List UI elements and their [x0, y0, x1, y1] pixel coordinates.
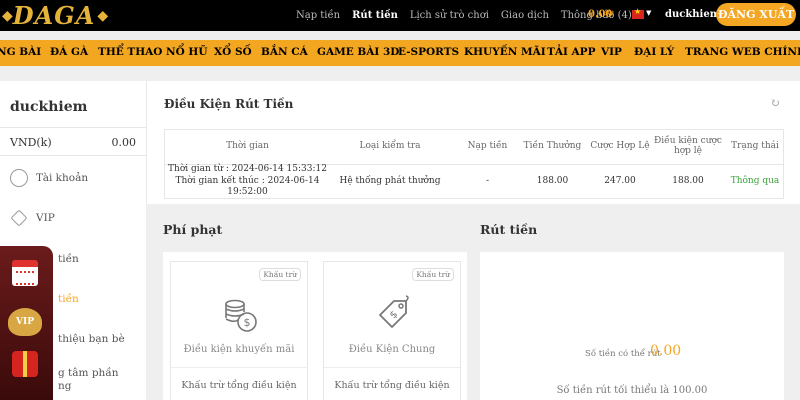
- conditions-table: Thời gian Loại kiểm tra Nạp tiền Tiền Th…: [164, 129, 784, 199]
- top-nav-withdraw[interactable]: Rút tiền: [352, 10, 398, 21]
- sidebar-item-vip[interactable]: VIP: [10, 209, 55, 227]
- logo-wing-icon: ◆: [2, 7, 13, 24]
- calendar-icon[interactable]: [12, 260, 38, 286]
- logo-text: DAGA: [12, 1, 96, 30]
- main-nav-slots[interactable]: NỔ HŨ: [166, 46, 207, 58]
- withdraw-panel: Số tiền có thể rút 0.00 Số tiền rút tối …: [480, 252, 784, 400]
- penalty-panel: Khấu trừ $ Điều kiện khuyến mãi Khấu trừ…: [163, 252, 467, 400]
- vip-badge-icon[interactable]: VIP: [8, 308, 42, 336]
- main-nav-3d-card-games[interactable]: GAME BÀI 3D: [317, 46, 399, 58]
- top-header: ◆ DAGA ◆ Nạp tiền Rút tiền Lịch sử trò c…: [0, 0, 800, 31]
- vip-icon: [10, 209, 28, 227]
- floating-promo-bar: VIP: [0, 246, 53, 400]
- sidebar-item-deposit[interactable]: tiền: [58, 253, 79, 265]
- main-nav-lottery[interactable]: XỔ SỐ: [214, 46, 252, 58]
- main-nav-cockfight[interactable]: ĐÁ GÀ: [50, 46, 88, 58]
- column-header: Nạp tiền: [467, 141, 508, 152]
- main-nav-sports[interactable]: THỂ THAO: [98, 46, 162, 58]
- logo-wing-icon: ◆: [97, 7, 109, 24]
- penalty-card-name: Điều Kiện Chung: [348, 344, 436, 355]
- sidebar-item-label: Tài khoản: [36, 172, 89, 184]
- main-nav-download-app[interactable]: TẢI APP: [547, 46, 595, 58]
- svg-text:$: $: [244, 316, 251, 329]
- sidebar-item-center-cont: ng: [58, 380, 71, 392]
- refresh-icon[interactable]: ↻: [606, 8, 614, 19]
- table-cell-time: Thời gian từ : 2024-06-14 15:33:12 Thời …: [165, 164, 330, 199]
- sidebar-item-label: g tâm phần: [58, 367, 119, 379]
- available-amount: 0.00: [650, 343, 682, 359]
- main-nav: NG BÀI ĐÁ GÀ THỂ THAO NỔ HŨ XỔ SỐ BẮN CÁ…: [0, 40, 800, 66]
- top-nav-deposit[interactable]: Nạp tiền: [296, 10, 340, 21]
- logout-button[interactable]: ĐĂNG XUẤT: [716, 3, 796, 26]
- sidebar-item-label: ng: [58, 380, 72, 392]
- column-header: Điều kiện cược hợp lệ: [654, 136, 722, 156]
- divider: [324, 367, 460, 368]
- sidebar-item-label: VIP: [36, 212, 55, 224]
- header-username[interactable]: duckhiem: [665, 9, 720, 20]
- sidebar-item-label: thiệu bạn bè: [58, 333, 125, 345]
- penalty-card-general: Khấu trừ $ Điều Kiện Chung Khấu trừ tổng…: [323, 261, 461, 400]
- table-cell-type: Hệ thống phát thưởng: [339, 175, 441, 186]
- min-withdraw-text: Số tiền rút tối thiểu là 100.00: [556, 385, 708, 396]
- column-header: Loại kiểm tra: [359, 141, 421, 152]
- sidebar-item-label: tiền: [58, 293, 79, 305]
- withdraw-title: Rút tiền: [480, 222, 538, 237]
- main-nav-promotions[interactable]: KHUYẾN MÃI: [464, 46, 546, 58]
- deduct-badge: Khấu trừ: [259, 268, 301, 281]
- sidebar-item-label: tiền: [58, 253, 79, 265]
- penalty-card-desc: Khấu trừ tổng điều kiện: [334, 380, 450, 391]
- column-header: Trạng thái: [731, 141, 779, 152]
- user-icon: [10, 169, 28, 187]
- gift-icon[interactable]: [12, 351, 38, 377]
- table-cell-valid-bet: 247.00: [604, 175, 636, 186]
- table-cell-deposit: -: [485, 175, 490, 186]
- top-nav-game-history[interactable]: Lịch sử trò chơi: [410, 10, 489, 21]
- deduct-badge: Khấu trừ: [412, 268, 454, 281]
- withdraw-conditions-card: Điều Kiện Rút Tiền ↻ Thời gian Loại kiểm…: [146, 81, 800, 204]
- column-header: Cược Hợp Lệ: [590, 141, 650, 152]
- status-badge: Thông qua: [730, 175, 780, 186]
- sidebar-item-withdraw[interactable]: tiền: [58, 293, 79, 305]
- time-end: Thời gian kết thúc : 2024-06-14 19:52:00: [175, 175, 320, 198]
- site-logo[interactable]: ◆ DAGA ◆: [0, 0, 108, 31]
- sidebar-balance: 0.00: [111, 136, 137, 149]
- tag-dollar-icon: $: [379, 295, 409, 328]
- penalty-title: Phí phạt: [163, 222, 223, 237]
- vietnam-flag-icon[interactable]: [632, 7, 644, 19]
- top-nav-transactions[interactable]: Giao dịch: [501, 10, 549, 21]
- main-nav-official-site[interactable]: TRANG WEB CHÍNH TH: [685, 46, 800, 58]
- main-nav-esports[interactable]: E-SPORTS: [398, 46, 459, 58]
- penalty-card-name: Điều kiện khuyến mãi: [183, 344, 295, 355]
- sidebar-username: duckhiem: [10, 99, 88, 115]
- table-cell-condition: 188.00: [672, 175, 704, 186]
- chevron-down-icon[interactable]: ▼: [646, 9, 651, 17]
- table-cell-bonus: 188.00: [536, 175, 569, 186]
- sidebar-item-account[interactable]: Tài khoản: [10, 169, 88, 187]
- coins-dollar-icon: $: [225, 299, 257, 332]
- time-start: Thời gian từ : 2024-06-14 15:33:12: [168, 163, 327, 174]
- main-nav-fishing[interactable]: BẮN CÁ: [261, 46, 308, 58]
- main-nav-vip[interactable]: VIP: [601, 46, 622, 58]
- sidebar-currency: VND(k): [10, 136, 52, 149]
- column-header: Thời gian: [226, 141, 269, 152]
- svg-text:$: $: [388, 309, 400, 321]
- divider: [0, 127, 146, 128]
- column-header: Tiền Thưởng: [523, 141, 582, 152]
- main-nav-agent[interactable]: ĐẠI LÝ: [634, 46, 674, 58]
- card-title: Điều Kiện Rút Tiền: [164, 97, 294, 111]
- divider: [0, 155, 146, 156]
- penalty-card-promotion: Khấu trừ $ Điều kiện khuyến mãi Khấu trừ…: [170, 261, 308, 400]
- sidebar-item-referral[interactable]: thiệu bạn bè: [58, 333, 125, 345]
- main-nav-card-games[interactable]: NG BÀI: [0, 46, 41, 58]
- sidebar-item-center[interactable]: g tâm phần: [58, 367, 119, 379]
- divider: [171, 367, 307, 368]
- refresh-icon[interactable]: ↻: [770, 96, 780, 110]
- penalty-card-desc: Khấu trừ tổng điều kiện: [181, 380, 297, 391]
